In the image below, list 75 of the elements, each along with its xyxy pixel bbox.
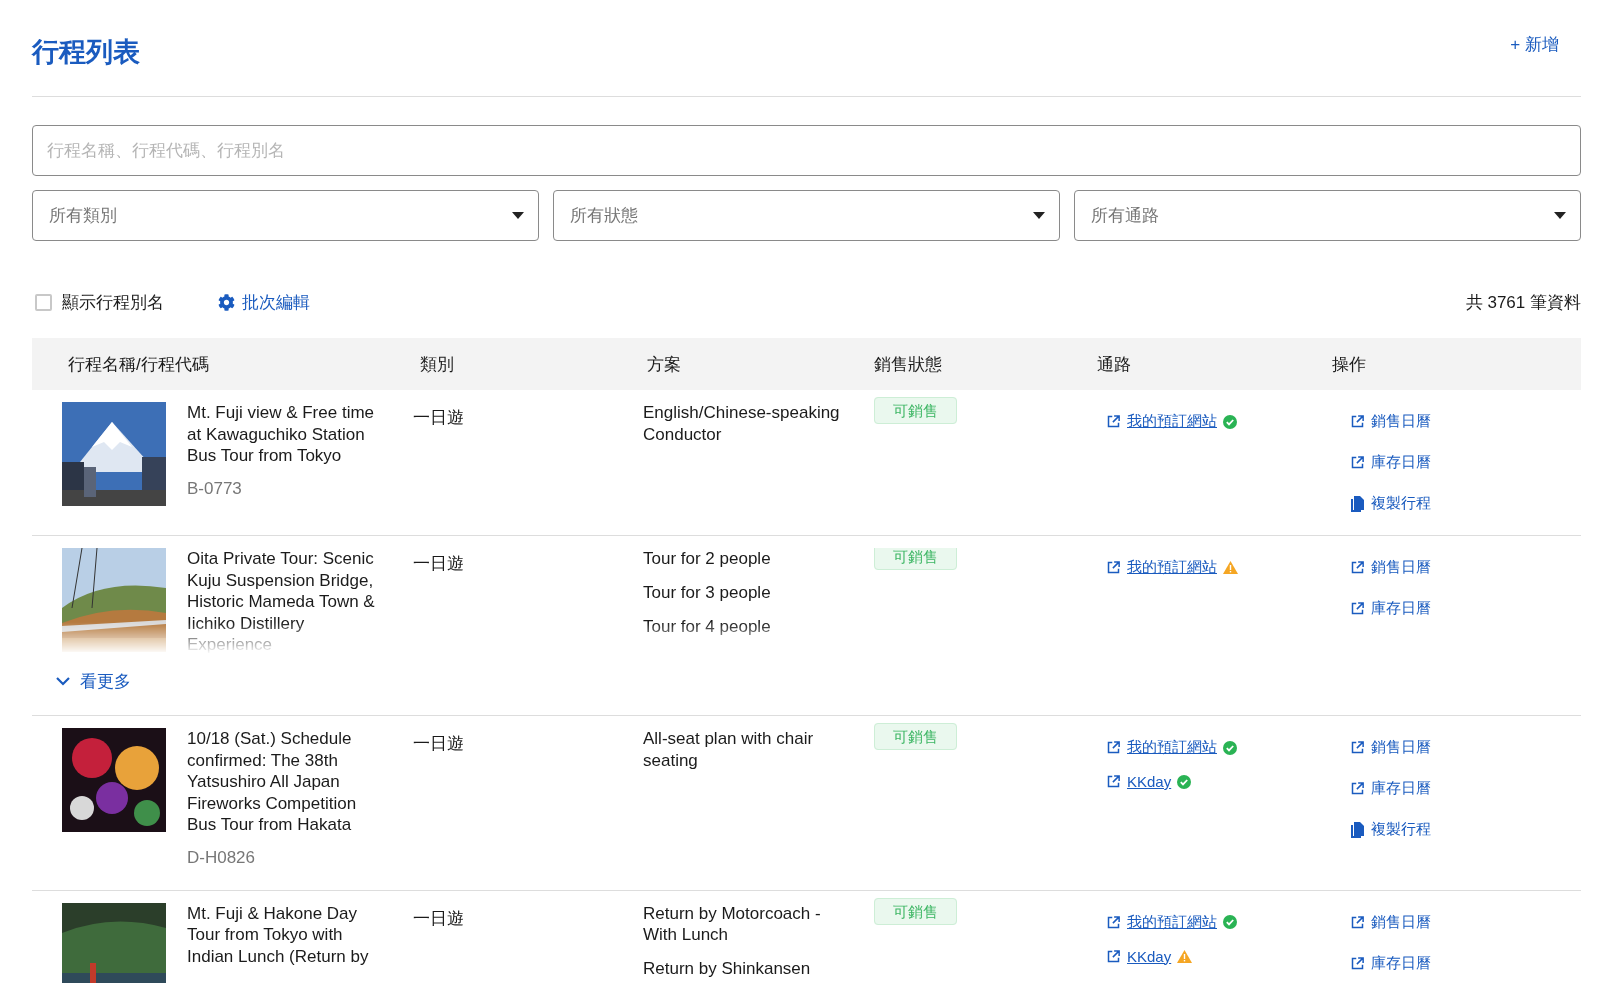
channel-link[interactable]: 我的預訂網站 — [1127, 558, 1217, 577]
plan-name: Return by Shinkansen — [643, 958, 812, 980]
external-link-icon — [1350, 740, 1365, 755]
copy-icon — [1350, 821, 1365, 838]
plan-name: Return by Motorcoach - With Lunch — [643, 902, 822, 946]
plan-name: Tour for 2 people — [643, 548, 772, 570]
tour-name: Oita Private Tour: Scenic Kuju Suspension Bridge, Historic Mameda Town & Iichiko Distillery Experience — [187, 548, 376, 654]
external-link-icon — [1350, 560, 1365, 575]
column-header: 操作 — [1331, 353, 1367, 376]
column-header: 類別 — [419, 353, 455, 376]
action-link[interactable]: 銷售日曆 — [1350, 412, 1581, 431]
tour-name: Mt. Fuji & Hakone Day Tour from Tokyo with Indian Lunch (Return by — [187, 902, 370, 967]
total-count: 共 3761 筆資料 — [1465, 291, 1581, 314]
external-link-icon — [1106, 774, 1121, 789]
page-title: 行程列表 — [32, 36, 140, 69]
status-badge: 可銷售 — [874, 723, 957, 750]
settings-icon — [218, 293, 235, 311]
status-badge: 可銷售 — [874, 897, 957, 925]
external-link-icon — [1106, 414, 1121, 429]
category-cell-text: 一日遊 — [412, 553, 465, 575]
filter-select[interactable]: 所有狀態 — [553, 190, 1060, 241]
status-badge: 可銷售 — [874, 548, 957, 570]
external-link-icon — [1106, 914, 1121, 930]
external-link-icon — [1350, 455, 1365, 470]
add-button[interactable]: + 新增 — [1510, 33, 1559, 56]
plan-name: Tour for 3 people — [643, 582, 772, 604]
dropdown-caret-icon — [1033, 212, 1045, 219]
category-cell-text: 一日遊 — [412, 733, 465, 755]
plan-name: Tour for 4 people — [643, 616, 772, 638]
action-link[interactable]: 銷售日曆 — [1350, 558, 1581, 577]
action-link[interactable]: 庫存日曆 — [1350, 953, 1581, 973]
tour-name: 10/18 (Sat.) Schedule confirmed: The 38th Yatsushiro All Japan Fireworks Competition Bus Tour from Hakata — [187, 728, 358, 836]
batch-edit-button[interactable]: 批次編輯 — [218, 290, 310, 314]
action-link[interactable]: 庫存日曆 — [1350, 599, 1581, 618]
status-badge: 可銷售 — [874, 397, 957, 424]
action-link[interactable]: 庫存日曆 — [1350, 779, 1581, 798]
checkbox-label: 顯示行程別名 — [62, 291, 164, 314]
search-field[interactable]: 行程名稱、行程代碼、行程別名 — [32, 125, 1581, 176]
chevron-down-icon — [56, 677, 70, 686]
copy-icon — [1350, 495, 1365, 512]
external-link-icon — [1106, 948, 1121, 964]
checkbox[interactable] — [35, 293, 52, 311]
action-link[interactable]: 複製行程 — [1350, 820, 1581, 839]
category-cell-text: 一日遊 — [412, 407, 465, 429]
channel-link[interactable]: 我的預訂網站 — [1127, 412, 1217, 431]
plan-name: All-seat plan with chair seating — [643, 728, 815, 771]
tour-name: Mt. Fuji view & Free time at Kawaguchiko Station Bus Tour from Tokyo — [187, 402, 376, 467]
category-cell-text: 一日遊 — [412, 907, 465, 930]
external-link-icon — [1106, 740, 1121, 755]
tour-code: B-0773 — [187, 478, 243, 499]
action-link[interactable]: 銷售日曆 — [1350, 738, 1581, 757]
channel-link[interactable]: KKday — [1127, 947, 1172, 965]
action-link[interactable]: 庫存日曆 — [1350, 453, 1581, 472]
column-header: 方案 — [646, 353, 682, 376]
filter-select[interactable]: 所有通路 — [1074, 190, 1581, 241]
dropdown-caret-icon — [1554, 212, 1566, 219]
plan-name: English/Chinese-speaking Conductor — [643, 402, 841, 445]
dropdown-caret-icon — [512, 212, 524, 219]
external-link-icon — [1350, 781, 1365, 796]
show-more-button[interactable]: 看更多 — [56, 670, 131, 715]
column-header: 通路 — [1096, 353, 1132, 376]
tour-code: D-H0826 — [187, 847, 257, 868]
channel-link[interactable]: KKday — [1127, 773, 1172, 790]
filter-select[interactable]: 所有類別 — [32, 190, 539, 241]
external-link-icon — [1350, 414, 1365, 429]
action-link[interactable]: 複製行程 — [1350, 494, 1581, 513]
action-link[interactable]: 銷售日曆 — [1350, 912, 1581, 932]
column-header: 行程名稱/行程代碼 — [67, 353, 210, 376]
external-link-icon — [1106, 560, 1121, 575]
channel-link[interactable]: 我的預訂網站 — [1127, 912, 1217, 932]
column-header: 銷售狀態 — [873, 353, 943, 376]
external-link-icon — [1350, 914, 1365, 930]
channel-link[interactable]: 我的預訂網站 — [1127, 738, 1217, 757]
external-link-icon — [1350, 601, 1365, 616]
external-link-icon — [1350, 955, 1365, 971]
